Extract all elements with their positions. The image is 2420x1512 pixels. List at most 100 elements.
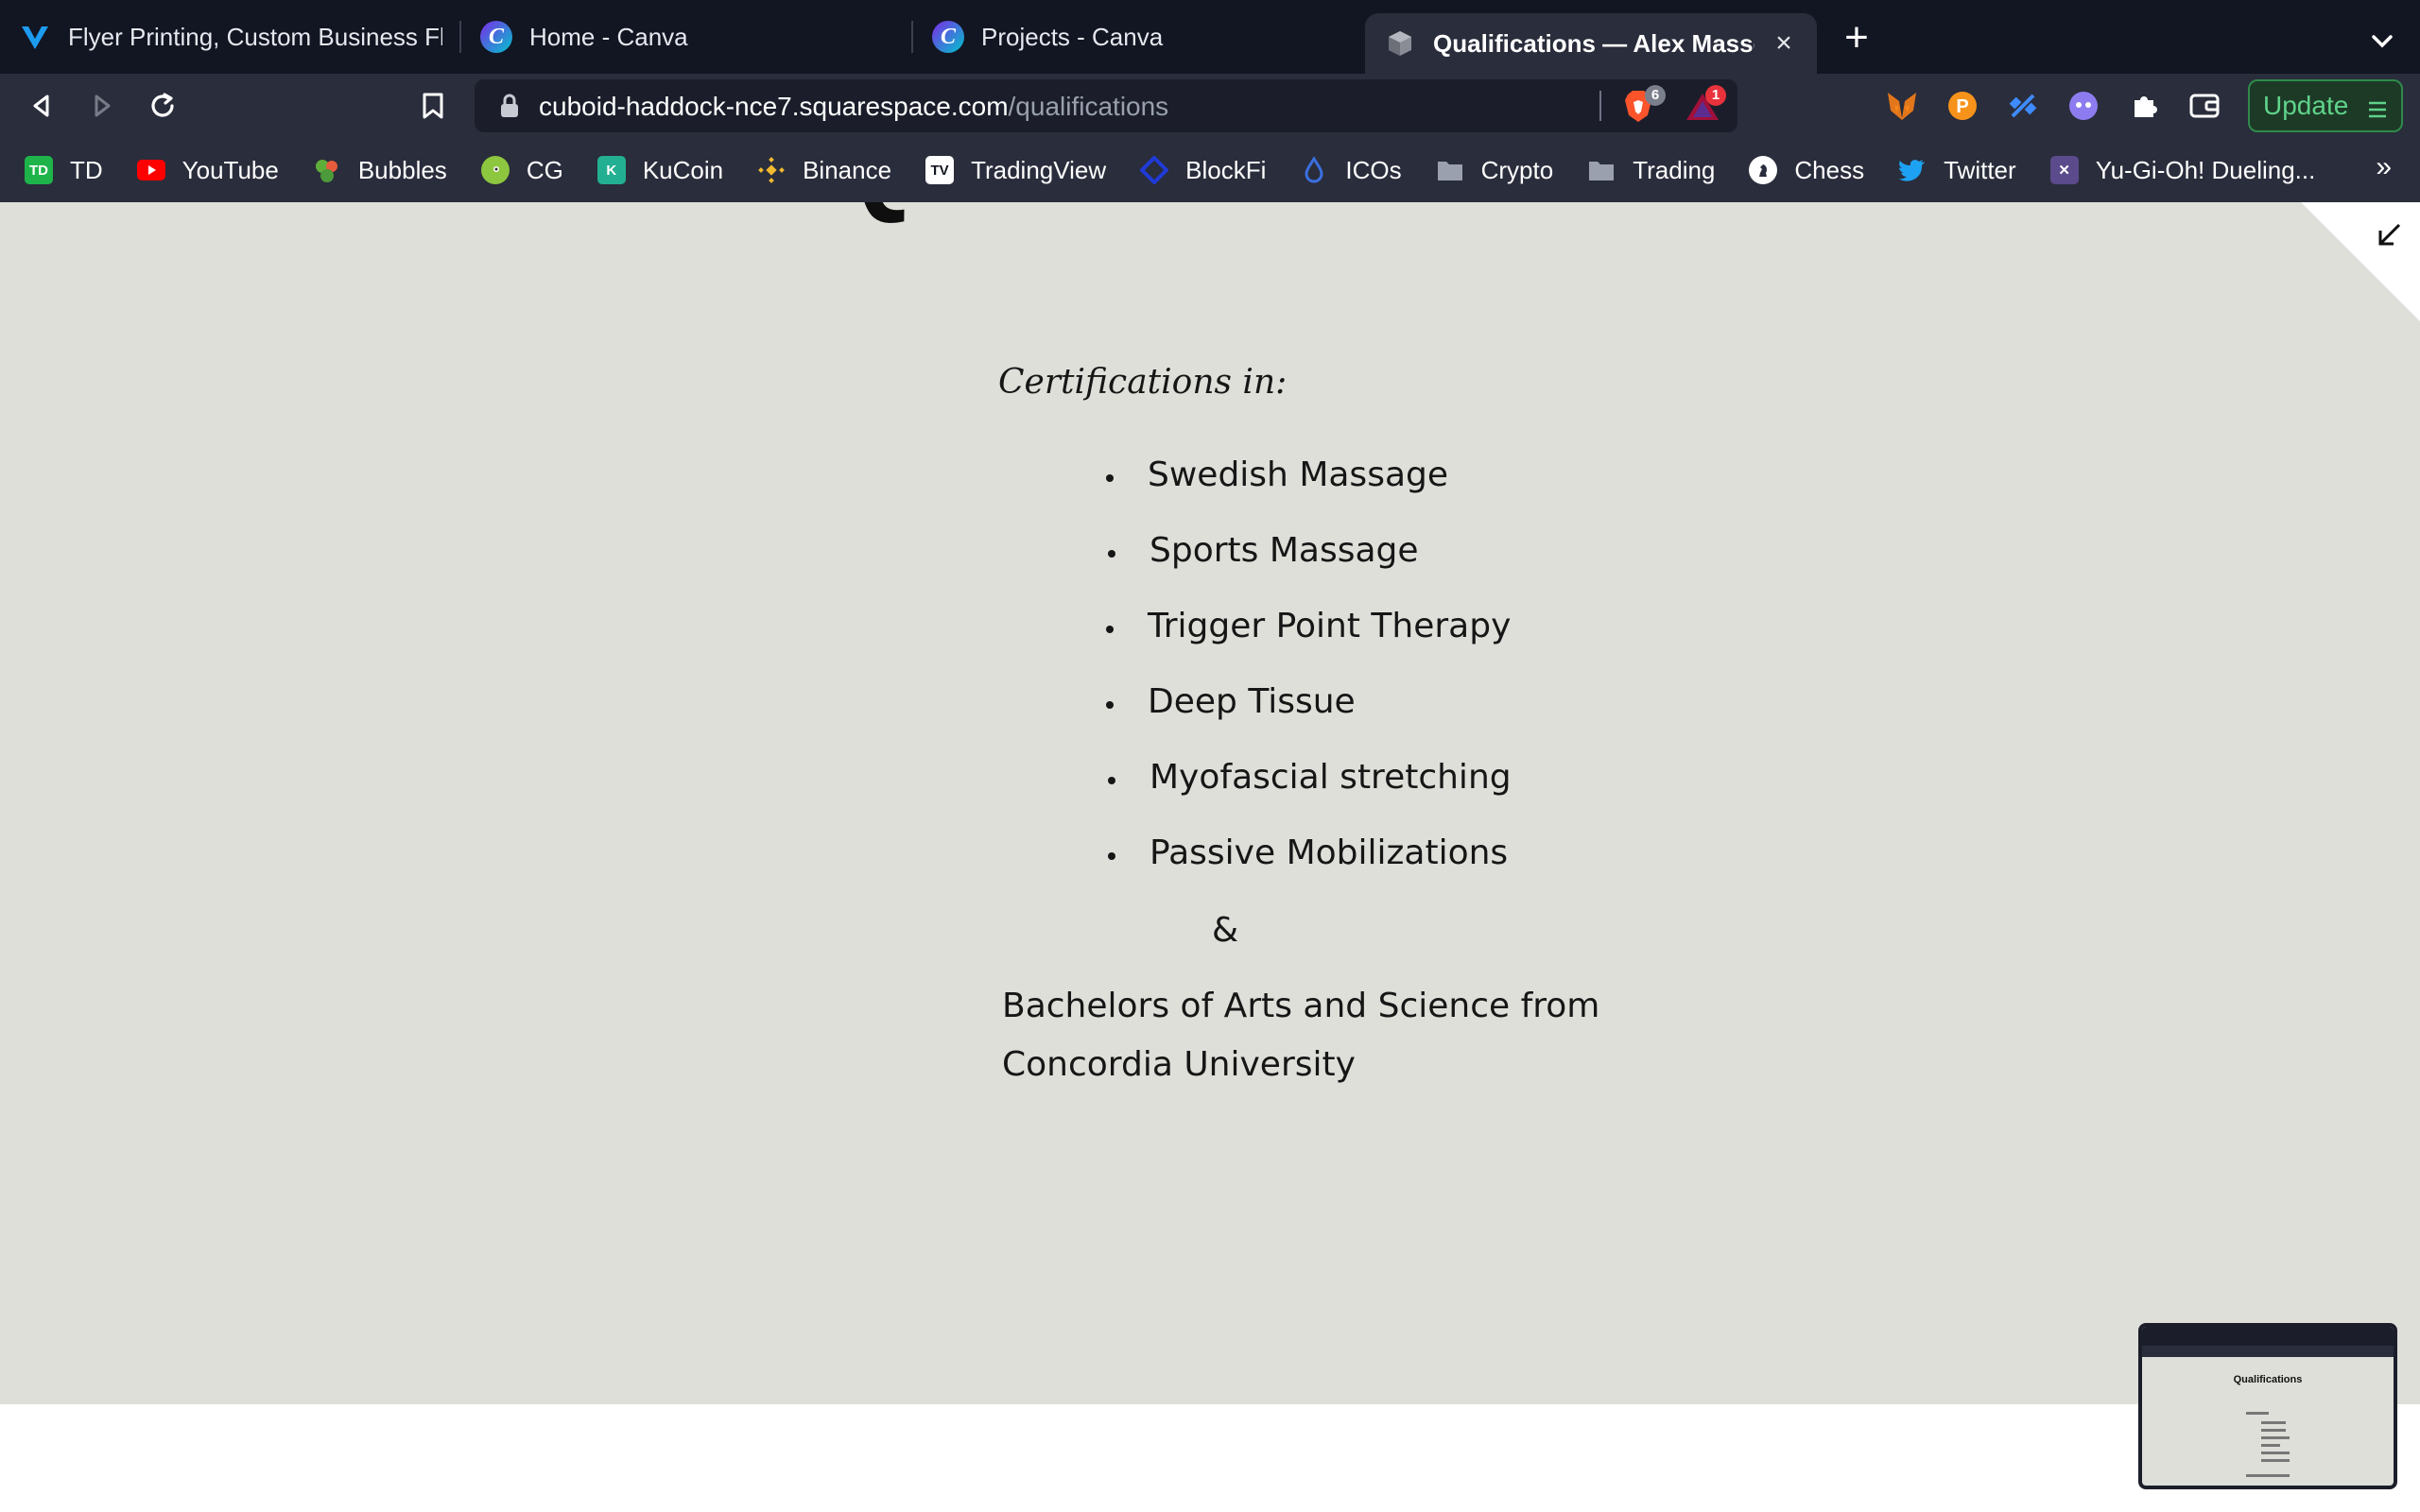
metamask-icon[interactable] — [1881, 85, 1923, 127]
chevron-down-icon[interactable] — [2363, 23, 2401, 60]
certification-label: Deep Tissue — [1148, 682, 1356, 721]
bullet — [1108, 852, 1115, 860]
kucoin-icon: K — [596, 156, 626, 184]
extensions-puzzle-icon[interactable] — [2123, 85, 2165, 127]
folder-icon — [1587, 156, 1616, 184]
ghost-extension-icon[interactable] — [2063, 85, 2104, 127]
drop-icon — [1300, 156, 1328, 184]
bookmarks-overflow-icon[interactable]: » — [2376, 151, 2392, 183]
bookmark-icos[interactable]: ICOs — [1300, 155, 1402, 185]
thumbnail-line — [2261, 1421, 2286, 1424]
menu-icon — [2367, 96, 2388, 118]
url-path: /qualifications — [1008, 92, 1169, 121]
twitter-icon — [1898, 156, 1927, 184]
bookmark-td[interactable]: TD TD — [25, 156, 103, 185]
bookmark-bubbles[interactable]: Bubbles — [313, 156, 447, 185]
thumbnail-title: Qualifications — [2233, 1374, 2303, 1385]
collapse-icon[interactable] — [2373, 219, 2405, 251]
reload-icon[interactable] — [142, 85, 183, 127]
bookmark-binance[interactable]: Binance — [757, 156, 891, 185]
bookmark-label: TD — [70, 155, 103, 184]
bookmark-label: YouTube — [182, 155, 279, 184]
tab-title: Qualifications — Alex Massothe — [1433, 28, 1754, 58]
tab-home-canva[interactable]: C Home - Canva — [461, 0, 913, 74]
bookmark-twitter[interactable]: Twitter — [1898, 156, 2016, 185]
bookmark-kucoin[interactable]: K KuCoin — [596, 156, 723, 185]
tab-title: Projects - Canva — [981, 22, 1164, 51]
bookmark-youtube[interactable]: YouTube — [136, 155, 279, 185]
forward-icon[interactable] — [81, 85, 123, 127]
page-preview-thumbnail[interactable]: Qualifications — [2138, 1323, 2397, 1489]
thumbnail-line — [2246, 1412, 2269, 1415]
close-tab-icon[interactable]: × — [1770, 29, 1798, 58]
thumbnail-line — [2261, 1436, 2290, 1439]
thumbnail-nav — [2142, 1346, 2394, 1357]
lock-icon — [499, 93, 520, 119]
bookmark-cg[interactable]: CG — [480, 155, 563, 185]
bookmark-folder-crypto[interactable]: Crypto — [1436, 155, 1554, 185]
tab-projects-canva[interactable]: C Projects - Canva — [913, 0, 1365, 74]
bookmark-label: Twitter — [1944, 155, 2016, 184]
thumbnail-line — [2261, 1444, 2280, 1447]
satellite-extension-icon[interactable] — [2002, 85, 2044, 127]
bookmark-folder-trading[interactable]: Trading — [1587, 156, 1715, 185]
bullet — [1106, 474, 1114, 482]
tradingview-icon: TV — [925, 156, 955, 184]
update-button[interactable]: Update — [2248, 79, 2403, 132]
bookmark-label: Binance — [803, 155, 892, 184]
bookmark-label: TradingView — [971, 155, 1107, 184]
bullet — [1106, 626, 1114, 633]
svg-text:P: P — [1956, 96, 1968, 117]
certification-label: Trigger Point Therapy — [1148, 607, 1512, 645]
bookmark-label: ICOs — [1345, 155, 1402, 184]
bookmark-label: Yu-Gi-Oh! Dueling... — [2095, 155, 2316, 184]
bookmark-yugioh[interactable]: ✕ Yu-Gi-Oh! Dueling... — [2049, 155, 2316, 185]
certification-label: Swedish Massage — [1148, 455, 1449, 494]
new-tab-icon[interactable]: + — [1838, 17, 1876, 59]
list-item: Sports Massage — [1108, 531, 1419, 570]
bookmark-chess[interactable]: Chess — [1749, 156, 1864, 185]
tab-qualifications[interactable]: Qualifications — Alex Massothe × — [1365, 13, 1817, 74]
bookmark-label: CG — [526, 155, 563, 184]
thumbnail-line — [2261, 1429, 2286, 1432]
coingecko-icon — [480, 156, 510, 184]
page-title: Qualifications — [0, 202, 2420, 228]
ampersand: & — [1212, 911, 1239, 950]
tab-title: Home - Canva — [529, 22, 688, 51]
tab-flyer-printing[interactable]: Flyer Printing, Custom Business Flye — [0, 0, 461, 74]
bookmark-tradingview[interactable]: TV TradingView — [925, 156, 1106, 185]
page-content: Qualifications Certifications in: Swedis… — [0, 202, 2420, 1404]
coin-extension-icon[interactable]: P — [1942, 85, 1983, 127]
bookmark-label: Crypto — [1480, 155, 1554, 184]
wallet-icon[interactable] — [2184, 85, 2225, 127]
yugioh-icon: ✕ — [2049, 156, 2079, 184]
bookmark-icon[interactable] — [412, 85, 454, 127]
bookmark-blockfi[interactable]: BlockFi — [1140, 156, 1266, 185]
td-icon: TD — [25, 156, 53, 184]
degree-line-1: Bachelors of Arts and Science from — [1002, 987, 1600, 1025]
shields-count-badge: 6 — [1645, 85, 1666, 106]
bookmark-label: Chess — [1794, 155, 1865, 184]
bookmarks-bar: TD TD YouTube Bubbles CG K KuCoin Binance … — [0, 138, 2420, 202]
certification-label: Sports Massage — [1150, 531, 1419, 570]
bubbles-icon — [313, 156, 341, 184]
chess-icon — [1749, 156, 1778, 184]
blockfi-icon — [1140, 156, 1169, 184]
bullet — [1108, 550, 1115, 558]
list-item: Swedish Massage — [1106, 455, 1449, 494]
tab-title: Flyer Printing, Custom Business Flye — [68, 22, 442, 51]
canva-icon: C — [480, 21, 512, 53]
address-bar[interactable]: cuboid-haddock-nce7.squarespace.com/qual… — [475, 79, 1737, 132]
thumbnail-browser-bar — [2142, 1327, 2394, 1346]
thumbnail-line — [2261, 1452, 2290, 1454]
url-divider — [1599, 91, 1601, 121]
certification-label: Myofascial stretching — [1150, 758, 1512, 797]
bullet — [1106, 701, 1114, 709]
url-text: cuboid-haddock-nce7.squarespace.com/qual… — [539, 92, 1168, 122]
canva-icon: C — [932, 21, 964, 53]
page-footer-area — [0, 1404, 2420, 1512]
certification-label: Passive Mobilizations — [1150, 833, 1509, 872]
list-item: Trigger Point Therapy — [1106, 607, 1512, 645]
vistaprint-icon — [19, 21, 51, 53]
back-icon[interactable] — [21, 85, 62, 127]
